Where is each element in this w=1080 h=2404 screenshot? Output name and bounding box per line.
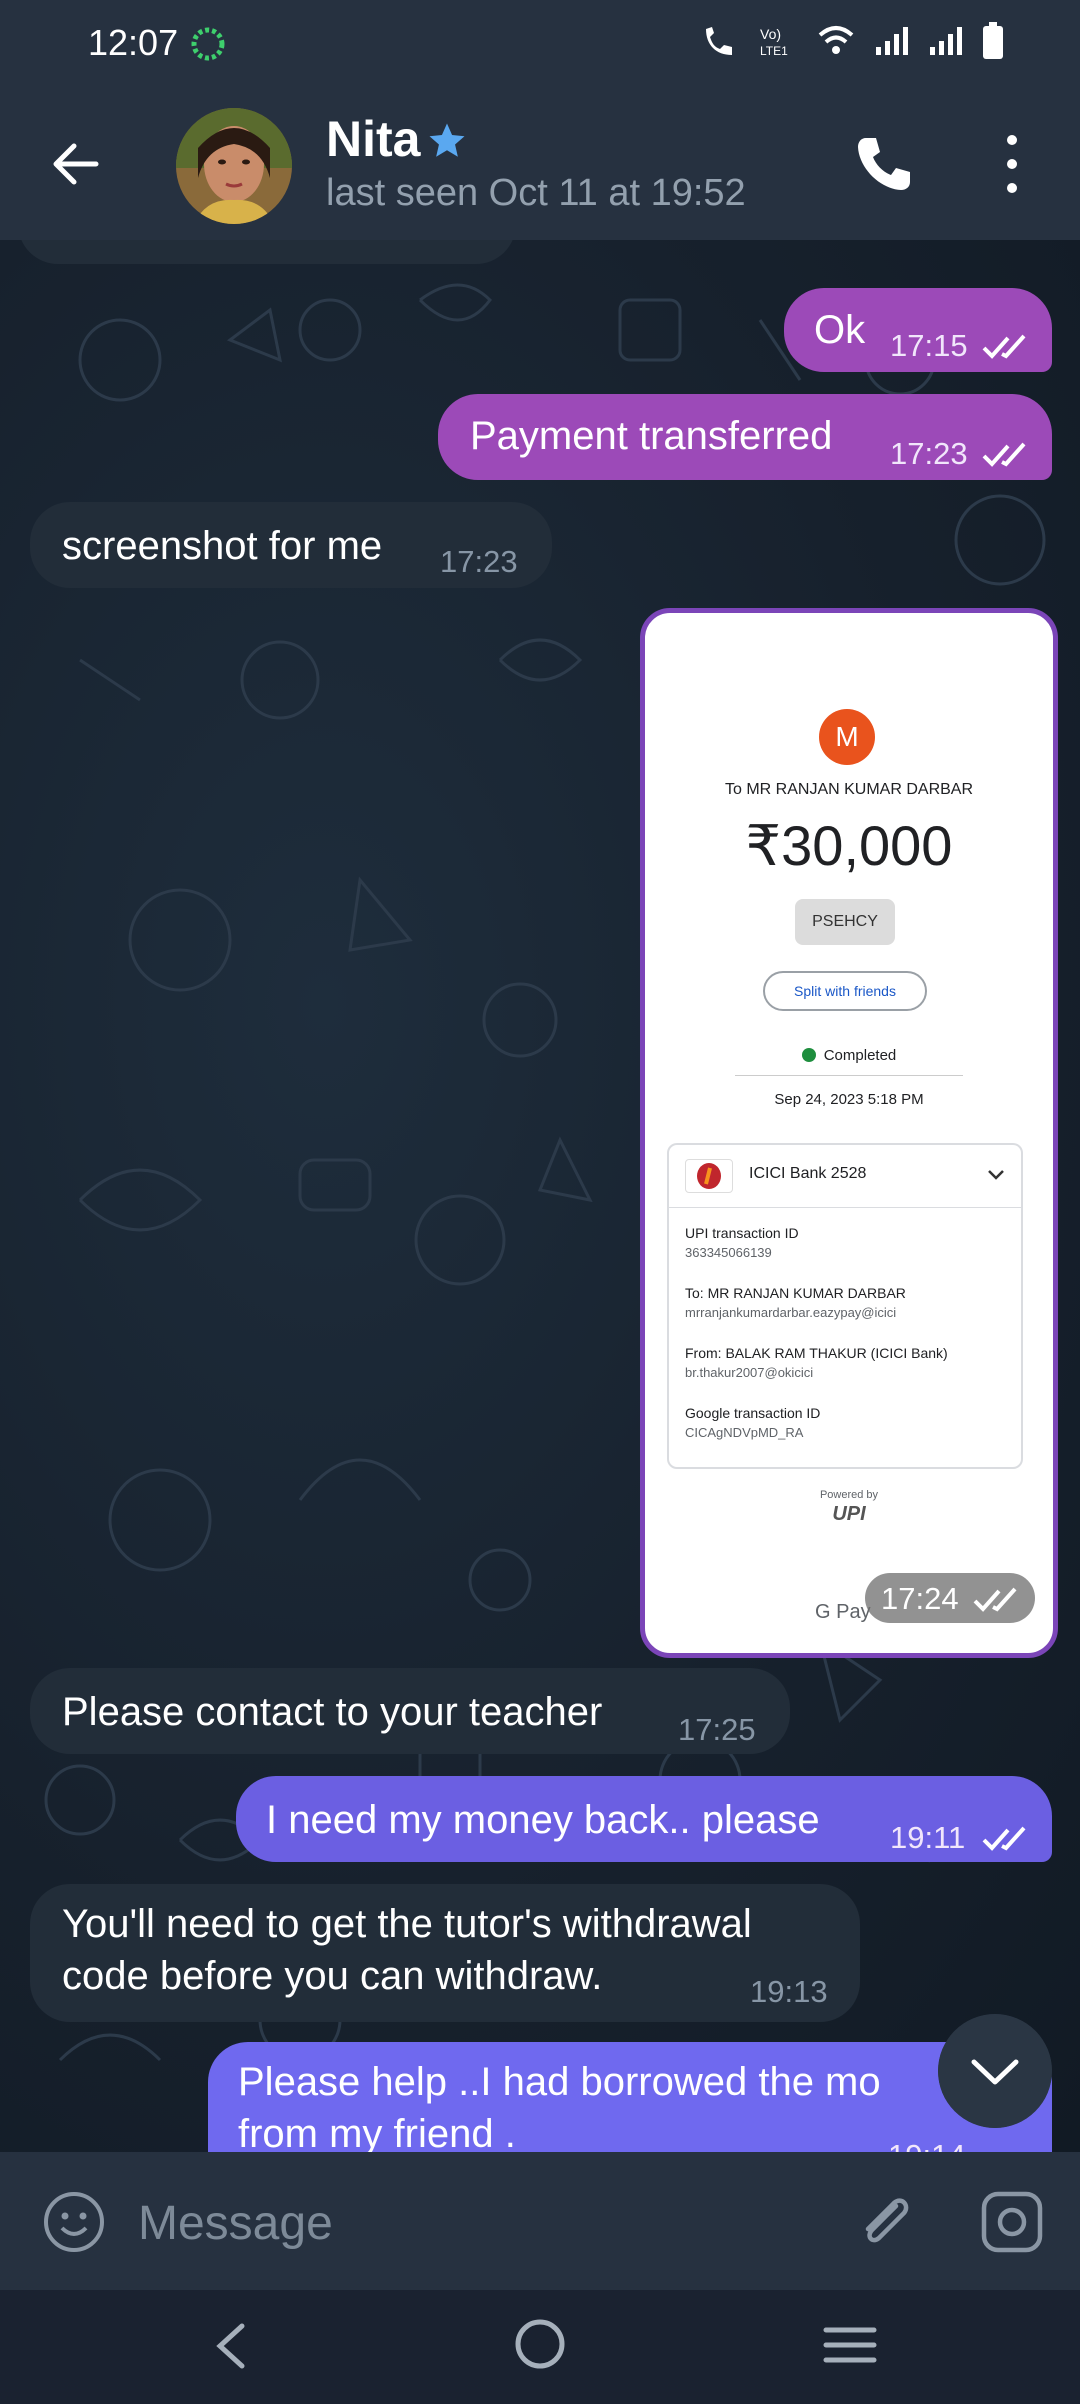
powered-by-label: Powered by <box>819 1489 879 1501</box>
message-text-line2: from my friend . <box>238 2112 516 2152</box>
image-time-badge: 17:24 <box>865 1573 1035 1623</box>
message-time: 17:24 <box>881 1581 959 1616</box>
message-time: 17:23 <box>890 436 968 471</box>
message-text: Ok <box>814 308 866 352</box>
message-text: screenshot for me <box>62 524 383 568</box>
nav-recent-apps-icon[interactable] <box>822 2320 878 2370</box>
card-divider <box>669 1207 1021 1208</box>
receipt-note: PSEHCY <box>795 899 895 945</box>
scroll-to-bottom-button[interactable] <box>938 2014 1052 2128</box>
back-arrow-icon[interactable] <box>46 134 106 194</box>
receipt-payee: To MR RANJAN KUMAR DARBAR <box>724 781 974 798</box>
message-text: I need my money back.. please <box>266 1798 820 1842</box>
message-bubble-outgoing[interactable]: Please help ..I had borrowed the mo from… <box>208 2042 1052 2152</box>
message-text-line1: Please help ..I had borrowed the mo <box>238 2060 881 2104</box>
system-navigation-bar <box>0 2290 1080 2404</box>
message-time: 19:14 <box>888 2138 966 2152</box>
call-signal-icon <box>706 27 732 55</box>
message-text: Please contact to your teacher <box>62 1690 603 1734</box>
message-bubble-incoming[interactable]: Please contact to your teacher 17:25 <box>30 1668 790 1754</box>
upi-txn-label: UPI transaction ID <box>685 1225 799 1241</box>
double-check-icon <box>973 1587 1017 1612</box>
to-label: To: MR RANJAN KUMAR DARBAR <box>685 1285 906 1301</box>
verified-star-icon <box>429 123 465 157</box>
message-bubble-outgoing[interactable]: Payment transferred 17:23 <box>438 394 1052 480</box>
chevron-down-icon <box>988 1170 1004 1180</box>
payee-avatar: M <box>819 709 875 765</box>
message-time: 17:15 <box>890 328 968 363</box>
receipt-date: Sep 24, 2023 5:18 PM <box>774 1091 924 1108</box>
status-icons: Vo) LTE1 <box>700 22 1004 60</box>
from-upi: br.thakur2007@okicici <box>685 1365 814 1380</box>
upi-txn-id: 363345066139 <box>685 1245 772 1260</box>
receipt-amount: ₹30,000 <box>745 814 953 877</box>
svg-text:Vo): Vo) <box>760 26 781 42</box>
phone-call-icon[interactable] <box>852 132 916 196</box>
signal-icon-sim1 <box>876 27 908 55</box>
wifi-icon <box>818 26 854 54</box>
double-check-icon <box>982 442 1026 467</box>
upi-logo: UPI <box>832 1503 866 1525</box>
completed-check-icon <box>801 1048 816 1062</box>
message-time: 19:11 <box>890 1820 966 1855</box>
nav-back-icon[interactable] <box>206 2318 256 2374</box>
message-bubble-incoming-partial[interactable] <box>18 240 516 264</box>
split-with-friends-button: Split with friends <box>763 971 927 1011</box>
double-check-icon <box>982 1826 1026 1851</box>
receipt-status-text: Completed <box>823 1047 897 1064</box>
battery-icon <box>983 22 1003 59</box>
message-time: 17:23 <box>440 544 518 579</box>
google-txn-label: Google transaction ID <box>685 1405 821 1421</box>
volte-icon: Vo) LTE1 <box>760 26 788 58</box>
message-time: 19:13 <box>750 1974 828 2009</box>
receipt-divider <box>735 1075 963 1076</box>
message-composer <box>0 2152 1080 2290</box>
emoji-icon[interactable] <box>42 2190 106 2254</box>
google-txn-id: CICAgNDVpMD_RA <box>685 1425 804 1440</box>
double-check-icon <box>982 334 1026 359</box>
nav-home-icon[interactable] <box>510 2314 570 2374</box>
message-bubble-outgoing[interactable]: I need my money back.. please 19:11 <box>236 1776 1052 1862</box>
more-options-icon[interactable] <box>990 130 1034 198</box>
to-upi: mrranjankumardarbar.eazypay@icici <box>685 1305 897 1320</box>
svg-text:LTE1: LTE1 <box>760 44 788 58</box>
image-message-payment-receipt[interactable]: M To MR RANJAN KUMAR DARBAR ₹30,000 PSEH… <box>640 608 1058 1658</box>
gpay-logo: G Pay <box>815 1601 871 1623</box>
from-label: From: BALAK RAM THAKUR (ICICI Bank) <box>685 1345 948 1361</box>
camera-icon[interactable] <box>980 2190 1044 2254</box>
message-input[interactable] <box>136 2182 820 2264</box>
contact-avatar[interactable] <box>176 108 292 224</box>
message-text-line2: code before you can withdraw. <box>62 1954 603 1998</box>
receipt-details-card: ICICI Bank 2528 UPI transaction ID 36334… <box>667 1143 1023 1469</box>
message-bubble-incoming[interactable]: screenshot for me 17:23 <box>30 502 552 588</box>
bank-account: ICICI Bank 2528 <box>749 1165 867 1182</box>
status-time: 12:07 <box>88 22 179 63</box>
message-text: Payment transferred <box>470 414 833 458</box>
status-bar: 12:07 Vo) LTE1 <box>0 0 1080 88</box>
icici-bank-logo-icon <box>685 1159 733 1193</box>
message-bubble-incoming[interactable]: You'll need to get the tutor's withdrawa… <box>30 1884 860 2022</box>
receipt-status: Completed <box>645 1047 1053 1064</box>
message-time: 17:25 <box>678 1712 756 1747</box>
contact-name[interactable]: Nita <box>326 110 420 168</box>
message-text-line1: You'll need to get the tutor's withdrawa… <box>62 1902 752 1946</box>
signal-icon-sim2 <box>930 27 962 55</box>
last-seen-status: last seen Oct 11 at 19:52 <box>326 172 746 214</box>
chat-messages-area[interactable]: Ok 17:15 Payment transferred 17:23 scree… <box>0 240 1080 2152</box>
chat-header: Nita last seen Oct 11 at 19:52 <box>0 88 1080 240</box>
attach-icon[interactable] <box>852 2188 918 2254</box>
app-notification-icon <box>191 27 225 61</box>
message-bubble-outgoing[interactable]: Ok 17:15 <box>784 288 1052 372</box>
